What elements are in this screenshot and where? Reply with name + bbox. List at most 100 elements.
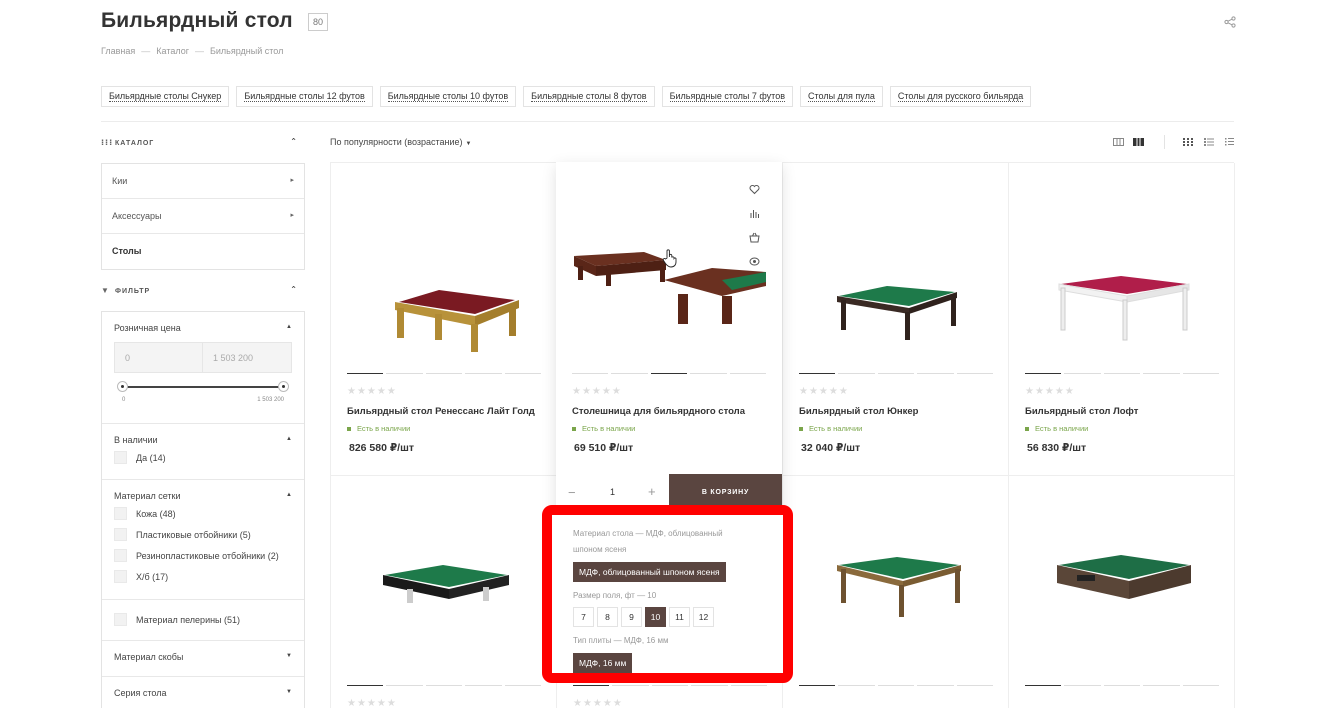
product-image[interactable] (799, 202, 993, 352)
checkbox[interactable] (114, 528, 127, 541)
image-pager[interactable] (1025, 373, 1220, 374)
image-pager[interactable] (1025, 685, 1220, 686)
checkbox[interactable] (114, 613, 127, 626)
table-view-icon[interactable] (1225, 138, 1234, 146)
product-image[interactable] (347, 202, 541, 352)
product-card[interactable] (1009, 474, 1235, 708)
breadcrumb-home[interactable]: Главная (101, 46, 135, 56)
qty-plus-button[interactable]: + (648, 484, 656, 499)
filter-availability-title[interactable]: В наличии (114, 424, 292, 445)
image-pager[interactable] (799, 373, 994, 374)
share-icon[interactable] (1224, 16, 1236, 28)
product-card[interactable]: ★★★★★ (331, 474, 557, 708)
size-option-10[interactable]: 10 (645, 607, 666, 627)
tag-8ft[interactable]: Бильярдные столы 8 футов (523, 86, 655, 107)
rating-stars: ★★★★★ (573, 698, 623, 708)
size-option-9[interactable]: 9 (621, 607, 642, 627)
basket-icon[interactable] (749, 232, 760, 243)
catalog-header[interactable]: ⁝⁝⁝ КАТАЛОГ ⌃ (101, 137, 304, 147)
tag-10ft[interactable]: Бильярдные столы 10 футов (379, 86, 517, 107)
chevron-down-icon[interactable]: ▼ (286, 653, 292, 659)
page-title: Бильярдный стол (101, 9, 293, 32)
image-pager[interactable] (799, 685, 994, 686)
tag-snooker[interactable]: Бильярдные столы Снукер (101, 86, 230, 107)
product-name[interactable]: Бильярдный стол Лофт (1025, 406, 1138, 417)
filter-option[interactable]: Пластиковые отбойники (5) (114, 524, 292, 545)
catalog-item-cues[interactable]: Кии ▸ (102, 164, 304, 199)
rating-stars: ★★★★★ (347, 386, 397, 397)
slider-max-label: 1 503 200 (257, 397, 284, 403)
filter-option[interactable]: Да (14) (114, 447, 292, 468)
size-option-11[interactable]: 11 (669, 607, 690, 627)
catalog-menu: Кии ▸ Аксессуары ▸ Столы (101, 163, 305, 270)
filter-option[interactable]: Кожа (48) (114, 503, 292, 524)
catalog-item-accessories[interactable]: Аксессуары ▸ (102, 199, 304, 234)
size-option-12[interactable]: 12 (693, 607, 714, 627)
stock-status: Есть в наличии (1025, 424, 1088, 433)
view-wide-icon[interactable] (1133, 138, 1144, 146)
tag-russian[interactable]: Столы для русского бильярда (889, 86, 1032, 107)
qty-minus-button[interactable]: − (568, 485, 576, 500)
rating-stars: ★★★★★ (572, 386, 622, 397)
table-material-option[interactable]: МДФ, облицованный шпоном ясеня (573, 562, 726, 582)
checkbox[interactable] (114, 507, 127, 520)
chevron-up-icon[interactable]: ▲ (286, 492, 292, 498)
checkbox[interactable] (114, 549, 127, 562)
price-slider[interactable]: 0 1 503 200 (114, 377, 292, 405)
product-card-hovered[interactable]: ★★★★★ Столешница для бильярдного стола Е… (556, 162, 782, 524)
checkbox[interactable] (114, 570, 127, 583)
filter-price-title[interactable]: Розничная цена (114, 312, 292, 333)
tag-12ft[interactable]: Бильярдные столы 12 футов (236, 86, 373, 107)
heart-icon[interactable] (749, 184, 760, 195)
grid-view-icon[interactable] (1183, 138, 1193, 146)
tag-7ft[interactable]: Бильярдные столы 7 футов (661, 86, 793, 107)
catalog-item-tables[interactable]: Столы (102, 234, 304, 269)
chevron-up-icon[interactable]: ⌃ (290, 285, 298, 294)
product-name[interactable]: Столешница для бильярдного стола (572, 406, 745, 417)
product-price: 826 580 ₽/шт (349, 442, 414, 454)
size-option-8[interactable]: 8 (597, 607, 618, 627)
chevron-right-icon: ▸ (290, 177, 294, 184)
product-name[interactable]: Бильярдный стол Ренессанс Лайт Голд (347, 406, 535, 417)
chevron-down-icon[interactable]: ▼ (286, 689, 292, 695)
compare-icon[interactable] (749, 208, 760, 219)
filter-bracket-title[interactable]: Материал скобы (114, 641, 292, 662)
image-pager[interactable] (572, 373, 767, 374)
filter-panel: Розничная цена ▲ 0 1 503 200 0 1 503 200… (101, 311, 305, 708)
price-min-input[interactable]: 0 (114, 342, 203, 373)
slab-type-option[interactable]: МДФ, 16 мм (573, 653, 633, 673)
tag-pool[interactable]: Столы для пула (800, 86, 883, 107)
filter-net-material-title[interactable]: Материал сетки (114, 480, 292, 501)
filter-option[interactable]: Резинопластиковые отбойники (2) (114, 545, 292, 566)
chevron-up-icon[interactable]: ▲ (286, 436, 292, 442)
filter-option[interactable]: Материал пелерины (51) (114, 609, 292, 630)
product-card[interactable]: ★★★★★ Бильярдный стол Лофт Есть в наличи… (1009, 162, 1235, 474)
checkbox[interactable] (114, 451, 127, 464)
list-view-icon[interactable] (1204, 138, 1214, 146)
image-pager[interactable] (347, 685, 542, 686)
view-compact-icon[interactable] (1113, 138, 1124, 146)
size-option-7[interactable]: 7 (573, 607, 594, 627)
quick-view-icon[interactable] (749, 256, 760, 267)
product-name[interactable]: Бильярдный стол Юнкер (799, 406, 918, 417)
product-card[interactable]: ★★★★★ Бильярдный стол Юнкер Есть в налич… (783, 162, 1009, 474)
price-max-input[interactable]: 1 503 200 (203, 342, 292, 373)
product-image[interactable] (1025, 202, 1219, 352)
slider-min-handle[interactable] (117, 381, 128, 392)
product-card[interactable]: ★★★★★ Бильярдный стол Ренессанс Лайт Гол… (331, 162, 557, 474)
filter-header[interactable]: ▼ ФИЛЬТР ⌃ (101, 285, 304, 295)
breadcrumb-catalog[interactable]: Каталог (156, 46, 189, 56)
cursor-hand-icon (662, 249, 677, 268)
slider-max-handle[interactable] (278, 381, 289, 392)
filter-series-title[interactable]: Серия стола (114, 677, 292, 698)
qty-value[interactable]: 1 (610, 487, 615, 497)
filter-net-material: Материал сетки ▲ Кожа (48) Пластиковые о… (102, 480, 304, 600)
chevron-up-icon[interactable]: ▲ (286, 324, 292, 330)
sort-dropdown[interactable]: По популярности (возрастание) ▼ (330, 137, 471, 147)
image-pager[interactable] (347, 373, 542, 374)
product-card[interactable] (783, 474, 1009, 708)
field-size-label: Размер поля, фт — 10 (573, 591, 657, 600)
image-pager[interactable] (573, 685, 768, 686)
chevron-up-icon[interactable]: ⌃ (290, 137, 298, 146)
filter-option[interactable]: Х/б (17) (114, 566, 292, 587)
